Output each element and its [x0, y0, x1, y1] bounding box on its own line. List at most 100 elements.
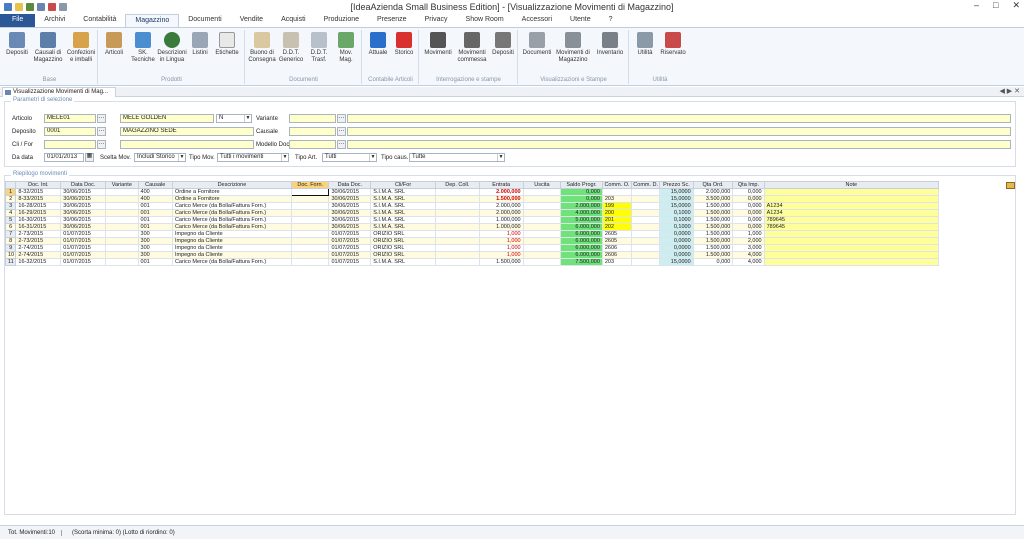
- table-row[interactable]: 7 2-73/2015 01/07/2015 300 Impegno da Client…: [4, 230, 940, 238]
- column-header[interactable]: Qta Ord.: [692, 181, 734, 189]
- table-row[interactable]: 9 2-74/2015 01/07/2015 300 Impegno da Client…: [4, 244, 940, 252]
- buono-consegna-button[interactable]: Buono di Consegna: [248, 32, 276, 64]
- variante-input[interactable]: [289, 114, 336, 123]
- table-row[interactable]: 5 16-30/2015 30/06/2015 001 Carico Merce (da…: [4, 216, 940, 224]
- causale-lookup-button[interactable]: …: [337, 127, 346, 136]
- column-header[interactable]: Note: [763, 181, 940, 189]
- table-row[interactable]: 2 8-33/2015 30/06/2015 400 Ordine a Fornitor…: [4, 195, 940, 203]
- table-row[interactable]: 6 16-31/2015 30/06/2015 001 Carico Merce (da…: [4, 223, 940, 231]
- riservato-button[interactable]: Riservato: [658, 32, 688, 57]
- depositi-button[interactable]: Depositi: [4, 32, 30, 57]
- movimenti-commessa-button[interactable]: Movimenti commessa: [454, 32, 490, 64]
- listini-button[interactable]: Listini: [188, 32, 212, 57]
- column-header[interactable]: Cli/For: [370, 181, 436, 189]
- column-header[interactable]: [4, 181, 17, 189]
- utilita-button[interactable]: Utilità: [632, 32, 658, 57]
- table-row[interactable]: 11 16-32/2015 01/07/2015 001 Carico Merce (d…: [4, 258, 940, 266]
- attuale-button[interactable]: Attuale: [365, 32, 391, 57]
- tab-nav-controls[interactable]: ◀ ▶ ✕: [999, 87, 1020, 95]
- column-header[interactable]: Qta Imp.: [732, 181, 765, 189]
- column-header[interactable]: Doc. Int.: [15, 181, 62, 189]
- tab-contabilita[interactable]: Contabilità: [74, 14, 125, 27]
- documenti-vis-button[interactable]: Documenti: [521, 32, 553, 57]
- movimenti-magazzino-button[interactable]: Movimenti di Magazzino: [554, 32, 592, 64]
- column-header[interactable]: Descrizione: [171, 181, 292, 189]
- causali-button[interactable]: Causali di Magazzino: [32, 32, 64, 64]
- tab-documenti[interactable]: Documenti: [179, 14, 230, 27]
- column-header[interactable]: Causale: [137, 181, 173, 189]
- modello-lookup-button[interactable]: …: [337, 140, 346, 149]
- deposito-description: MAGAZZINO SEDE: [120, 127, 254, 136]
- table-cell: 1.500,000: [692, 202, 734, 210]
- deposito-lookup-button[interactable]: …: [97, 127, 106, 136]
- sk-tecniche-button[interactable]: SK. Tecniche: [129, 32, 157, 64]
- maximize-button[interactable]: □: [993, 0, 998, 11]
- tab-file[interactable]: File: [0, 14, 36, 27]
- confezioni-button[interactable]: Confezioni e imballi: [65, 32, 97, 64]
- tab-help[interactable]: ?: [600, 14, 622, 27]
- dadata-input[interactable]: 01/01/2013: [44, 153, 84, 162]
- table-row[interactable]: 8 2-73/2015 01/07/2015 300 Impegno da Client…: [4, 237, 940, 245]
- articolo-lookup-button[interactable]: …: [97, 114, 106, 123]
- movimenti-button[interactable]: Movimenti: [422, 32, 454, 57]
- modello-input[interactable]: [289, 140, 336, 149]
- clifor-input[interactable]: [44, 140, 96, 149]
- table-row[interactable]: 10 2-74/2015 01/07/2015 300 Impegno da Clien…: [4, 251, 940, 259]
- ddt-trasf-button[interactable]: D.D.T. Trasf.: [306, 32, 332, 64]
- tab-accessori[interactable]: Accessori: [513, 14, 561, 27]
- table-cell: [631, 202, 661, 210]
- column-header[interactable]: Data Doc.: [60, 181, 107, 189]
- tab-presenze[interactable]: Presenze: [368, 14, 416, 27]
- mov-mag-button[interactable]: Mov. Mag.: [333, 32, 359, 64]
- causale-input[interactable]: [289, 127, 336, 136]
- articoli-button[interactable]: Articoli: [101, 32, 127, 57]
- table-cell: S.I.M.A. SRL: [370, 188, 436, 196]
- table-row[interactable]: 1 8-32/2015 30/06/2015 400 Ordine a Fornitor…: [4, 188, 940, 196]
- column-header[interactable]: Dep. Coll.: [434, 181, 480, 189]
- tab-produzione[interactable]: Produzione: [315, 14, 368, 27]
- column-header[interactable]: Entrata: [478, 181, 524, 189]
- column-header[interactable]: Data Doc.: [328, 181, 372, 189]
- table-row[interactable]: 4 16-29/2015 30/06/2015 001 Carico Merce (da…: [4, 209, 940, 217]
- descrizioni-lingua-button[interactable]: Descrizioni in Lingua: [157, 32, 187, 64]
- table-cell: Carico Merce (da Bolla/Fattura Forn.): [171, 223, 292, 231]
- column-header[interactable]: Saldo Progr.: [560, 181, 603, 189]
- folder-icon[interactable]: [1006, 182, 1015, 189]
- tab-utente[interactable]: Utente: [561, 14, 600, 27]
- inventario-button[interactable]: Inventario: [593, 32, 627, 57]
- table-cell: [434, 251, 480, 259]
- etichette-button[interactable]: Etichette: [213, 32, 241, 57]
- tab-show-room[interactable]: Show Room: [457, 14, 513, 27]
- variante-label: Variante: [256, 116, 278, 122]
- table-cell: [105, 195, 139, 203]
- tab-archivi[interactable]: Archivi: [35, 14, 74, 27]
- tab-vendite[interactable]: Vendite: [231, 14, 272, 27]
- tab-acquisti[interactable]: Acquisti: [272, 14, 315, 27]
- calendar-icon[interactable]: ▦: [85, 153, 94, 162]
- document-tab[interactable]: Visualizzazione Movimenti di Mag...: [2, 87, 116, 97]
- depositi-stampe-button[interactable]: Depositi: [490, 32, 516, 57]
- tipoart-select[interactable]: Tutti ▼: [322, 153, 377, 162]
- scelta-select[interactable]: Includi Storico ▼: [134, 153, 186, 162]
- close-button[interactable]: ✕: [1012, 0, 1020, 11]
- clifor-lookup-button[interactable]: …: [97, 140, 106, 149]
- articolo-flag-select[interactable]: N ▼: [216, 114, 252, 123]
- variante-lookup-button[interactable]: …: [337, 114, 346, 123]
- column-header[interactable]: Uscita: [522, 181, 562, 189]
- storico-button[interactable]: Storico: [391, 32, 417, 57]
- minimize-button[interactable]: –: [974, 0, 979, 11]
- column-header[interactable]: Prezzo Sc.: [659, 181, 694, 189]
- column-header[interactable]: Variante: [105, 181, 139, 189]
- tipocaus-select[interactable]: Tutte ▼: [409, 153, 505, 162]
- ddt-generico-button[interactable]: D.D.T. Generico: [277, 32, 305, 64]
- column-header[interactable]: Comm. O.: [601, 181, 633, 189]
- articolo-code-input[interactable]: MELE01: [44, 114, 96, 123]
- tipomov-select[interactable]: Tutti i movimenti ▼: [217, 153, 289, 162]
- tab-privacy[interactable]: Privacy: [416, 14, 457, 27]
- table-row[interactable]: 3 16-28/2015 30/06/2015 001 Carico Merce (da…: [4, 202, 940, 210]
- tab-magazzino[interactable]: Magazzino: [125, 14, 180, 27]
- table-cell: 0,000: [732, 202, 765, 210]
- column-header[interactable]: Doc. Forn.: [290, 181, 330, 189]
- column-header[interactable]: Comm. D.: [631, 181, 661, 189]
- deposito-code-input[interactable]: 0001: [44, 127, 96, 136]
